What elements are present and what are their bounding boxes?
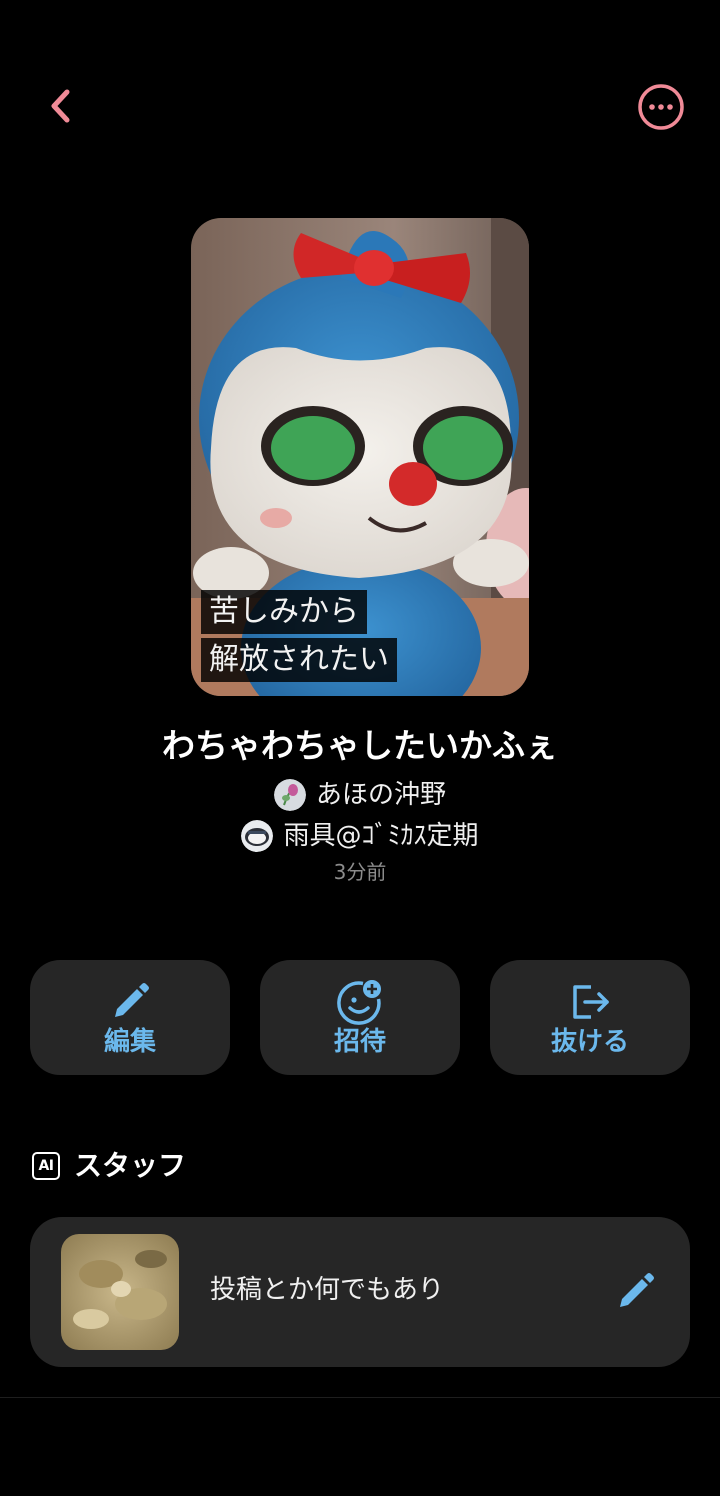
staff-section-header: AI スタッフ	[32, 1146, 186, 1186]
staff-section-title: スタッフ	[74, 1149, 187, 1182]
exit-icon	[573, 984, 609, 1019]
more-horizontal-circle-icon	[638, 84, 684, 130]
leave-button[interactable]: 抜ける	[490, 960, 690, 1075]
staff-card[interactable]: 投稿とか何でもあり	[30, 1217, 690, 1367]
room-title: わちゃわちゃしたいかふぇ	[162, 726, 558, 765]
edit-button[interactable]: 編集	[30, 960, 230, 1075]
invite-button[interactable]: 招待	[260, 960, 460, 1075]
ai-icon: AI	[32, 1152, 60, 1180]
cover-caption-line2: 解放されたい	[201, 638, 397, 682]
pencil-icon	[115, 982, 149, 1017]
member-name: 雨具@ｺﾞﾐｶｽ定期	[283, 821, 479, 851]
staff-edit-button[interactable]	[612, 1269, 658, 1315]
room-cover-image[interactable]: 苦しみから 解放されたい	[191, 218, 529, 696]
member-row[interactable]: 雨具@ｺﾞﾐｶｽ定期	[0, 818, 720, 854]
divider	[0, 1397, 720, 1398]
staff-thumbnail	[61, 1234, 179, 1350]
avatar	[273, 779, 306, 811]
pencil-icon	[620, 1273, 654, 1307]
cover-caption-line1: 苦しみから	[201, 590, 367, 634]
back-button[interactable]	[36, 82, 84, 130]
leave-label: 抜ける	[550, 1026, 629, 1057]
staff-description: 投稿とか何でもあり	[210, 1275, 445, 1305]
member-name: あほの沖野	[315, 780, 446, 810]
updated-time: 3分前	[333, 860, 387, 884]
chevron-left-icon	[51, 89, 70, 123]
avatar	[241, 820, 274, 852]
invite-label: 招待	[333, 1026, 386, 1057]
edit-label: 編集	[103, 1026, 156, 1057]
more-options-button[interactable]	[636, 82, 686, 132]
add-face-icon	[337, 979, 381, 1025]
member-row[interactable]: あほの沖野	[0, 777, 720, 813]
